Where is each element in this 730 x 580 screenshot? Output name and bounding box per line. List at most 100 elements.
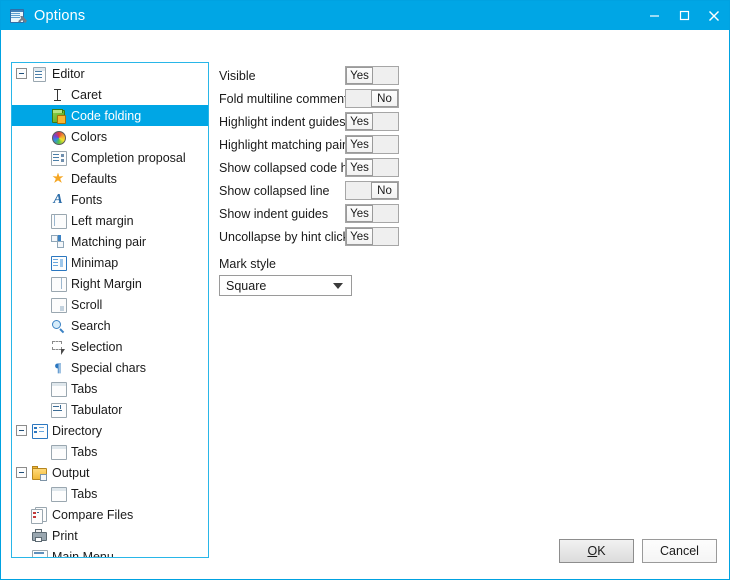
tree-item-code-folding[interactable]: Code folding <box>12 105 208 126</box>
mark-style-label: Mark style <box>219 257 276 271</box>
tree-item-label: Selection <box>71 339 123 354</box>
toggle-highlight-matching-pair[interactable]: Yes <box>345 135 399 154</box>
tree-item-colors[interactable]: Colors <box>12 126 208 147</box>
close-button[interactable] <box>699 1 729 30</box>
tree-item-label: Print <box>52 528 78 543</box>
tree-item-print[interactable]: Print <box>12 525 208 546</box>
collapse-toggle-icon[interactable] <box>16 68 27 79</box>
toggle-fold-multiline-comments[interactable]: No <box>345 89 399 108</box>
options-pane: Visible Yes Fold multiline comments No Highl… <box>219 64 519 296</box>
tree-twisty-placeholder <box>35 89 46 100</box>
option-label: Show indent guides <box>219 206 329 221</box>
selection-icon <box>50 339 66 355</box>
caret-icon <box>50 87 66 103</box>
tree-item-main-menu[interactable]: Main Menu <box>12 546 208 557</box>
title-bar[interactable]: Options <box>1 1 729 30</box>
tree-item-label: Editor <box>52 66 85 81</box>
tree-item-selection[interactable]: Selection <box>12 336 208 357</box>
tree-twisty-placeholder <box>35 362 46 373</box>
option-row: Fold multiline comments No <box>219 87 519 110</box>
tree-item-matching-pair[interactable]: Matching pair <box>12 231 208 252</box>
option-label: Visible <box>219 68 256 83</box>
minimap-icon <box>50 255 67 271</box>
tree-item-minimap[interactable]: Minimap <box>12 252 208 273</box>
tree-twisty-placeholder <box>16 530 27 541</box>
option-row: Highlight indent guides Yes <box>219 110 519 133</box>
toggle-knob: Yes <box>346 113 373 130</box>
tree-item-caret[interactable]: Caret <box>12 84 208 105</box>
option-label: Uncollapse by hint click <box>219 229 349 244</box>
tree-item-compare-files[interactable]: Compare Files <box>12 504 208 525</box>
collapse-toggle-icon[interactable] <box>16 467 27 478</box>
tree-item-output[interactable]: Output <box>12 462 208 483</box>
tree-item-label: Completion proposal <box>71 150 186 165</box>
minimize-button[interactable] <box>639 1 669 30</box>
tree-twisty-placeholder <box>35 131 46 142</box>
settings-tree[interactable]: Editor Caret Code folding Colors Completion … <box>11 62 209 558</box>
tree-item-label: Defaults <box>71 171 117 186</box>
main-menu-icon <box>31 549 48 557</box>
tree-item-label: Special chars <box>71 360 147 375</box>
tree-item-defaults[interactable]: Defaults <box>12 168 208 189</box>
toggle-show-collapsed-line[interactable]: No <box>345 181 399 200</box>
tree-item-label: Tabs <box>71 444 98 459</box>
tree-item-label: Tabulator <box>71 402 123 417</box>
tree-item-label: Code folding <box>71 108 142 123</box>
tree-item-tabulator[interactable]: Tabulator <box>12 399 208 420</box>
tree-twisty-placeholder <box>35 299 46 310</box>
tree-item-label: Tabs <box>71 486 98 501</box>
tree-item-label: Fonts <box>71 192 103 207</box>
tabs-icon <box>50 381 67 397</box>
mark-style-select[interactable]: Square <box>219 275 352 296</box>
dialog-buttons: OK Cancel <box>559 539 717 563</box>
options-dialog-window: Options Editor Caret Code folding Colors Com… <box>0 0 730 580</box>
print-icon <box>31 528 47 544</box>
code-folding-icon <box>50 108 66 124</box>
toggle-visible[interactable]: Yes <box>345 66 399 85</box>
option-label: Highlight matching pair <box>219 137 347 152</box>
toggle-show-indent-guides[interactable]: Yes <box>345 204 399 223</box>
options-window-icon <box>10 8 27 24</box>
tree-item-tabs[interactable]: Tabs <box>12 441 208 462</box>
toggle-uncollapse-by-hint-click[interactable]: Yes <box>345 227 399 246</box>
search-icon <box>50 318 66 334</box>
tree-item-search[interactable]: Search <box>12 315 208 336</box>
ok-button[interactable]: OK <box>559 539 634 563</box>
tree-item-editor[interactable]: Editor <box>12 63 208 84</box>
tree-twisty-placeholder <box>35 257 46 268</box>
tree-item-scroll[interactable]: Scroll <box>12 294 208 315</box>
tree-item-right-margin[interactable]: Right Margin <box>12 273 208 294</box>
option-row: Highlight matching pair Yes <box>219 133 519 156</box>
right-margin-icon <box>50 276 67 292</box>
mark-style-value: Square <box>226 278 267 293</box>
option-label: Fold multiline comments <box>219 91 354 106</box>
tree-item-label: Right Margin <box>71 276 142 291</box>
tree-item-label: Output <box>52 465 90 480</box>
window-controls <box>639 1 729 30</box>
tree-item-left-margin[interactable]: Left margin <box>12 210 208 231</box>
toggle-show-collapsed-code-hint[interactable]: Yes <box>345 158 399 177</box>
toggle-knob: Yes <box>346 228 373 245</box>
tree-item-tabs[interactable]: Tabs <box>12 378 208 399</box>
option-row: Uncollapse by hint click Yes <box>219 225 519 248</box>
collapse-toggle-icon[interactable] <box>16 425 27 436</box>
tree-item-completion-proposal[interactable]: Completion proposal <box>12 147 208 168</box>
tree-twisty-placeholder <box>35 341 46 352</box>
option-row: Visible Yes <box>219 64 519 87</box>
tree-item-fonts[interactable]: A Fonts <box>12 189 208 210</box>
dialog-content: Editor Caret Code folding Colors Completion … <box>1 30 729 579</box>
tree-item-tabs[interactable]: Tabs <box>12 483 208 504</box>
tree-item-directory[interactable]: Directory <box>12 420 208 441</box>
option-label: Show collapsed code hint <box>219 160 361 175</box>
cancel-button[interactable]: Cancel <box>642 539 717 563</box>
toggle-highlight-indent-guides[interactable]: Yes <box>345 112 399 131</box>
tree-twisty-placeholder <box>35 446 46 457</box>
maximize-button[interactable] <box>669 1 699 30</box>
toggle-knob: Yes <box>346 159 373 176</box>
tree-twisty-placeholder <box>35 173 46 184</box>
toggle-knob: Yes <box>346 67 373 84</box>
tree-twisty-placeholder <box>35 152 46 163</box>
output-folder-icon <box>31 465 47 481</box>
tree-item-special-chars[interactable]: ¶ Special chars <box>12 357 208 378</box>
tree-twisty-placeholder <box>16 509 27 520</box>
